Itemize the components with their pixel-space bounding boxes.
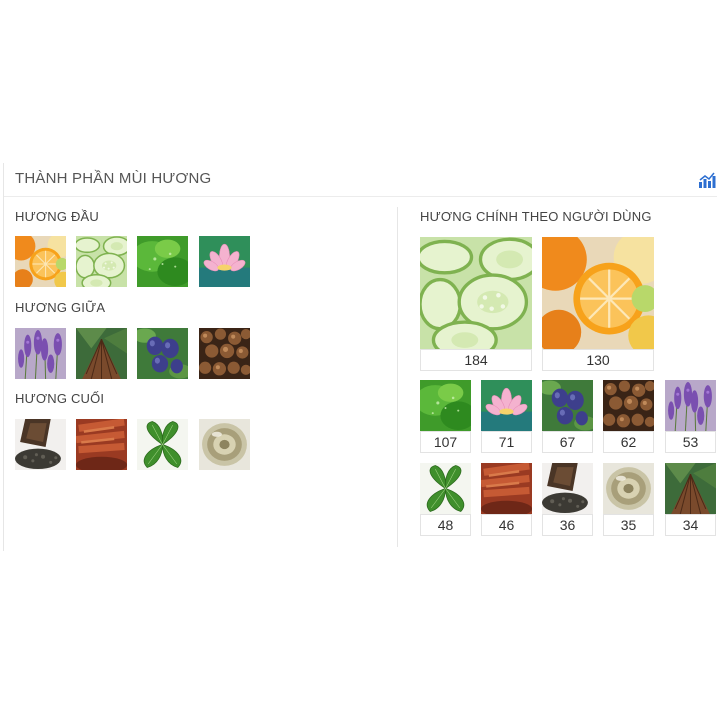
vote-count: 67 (542, 431, 593, 453)
middle-note-nutmeg[interactable] (199, 328, 250, 379)
top-note-lotus[interactable] (199, 236, 250, 287)
main-note-card-cucumber[interactable]: 184 (420, 237, 532, 371)
bar-chart-icon[interactable] (698, 171, 716, 189)
base-note-mint[interactable] (137, 419, 188, 470)
base-notes-label: HƯƠNG CUỐI (15, 391, 105, 406)
main-note-image-red-sandalwood (481, 463, 532, 514)
main-note-card-tea[interactable]: 36 (542, 463, 593, 537)
main-note-image-lavender (665, 380, 716, 431)
middle-note-plum[interactable] (137, 328, 188, 379)
top-note-cucumber[interactable] (76, 236, 127, 287)
vote-count: 71 (481, 431, 532, 453)
vote-count: 46 (481, 514, 532, 536)
top-notes-label: HƯƠNG ĐẦU (15, 209, 99, 224)
vote-count: 53 (665, 431, 716, 453)
main-note-image-nutmeg (603, 380, 654, 431)
middle-note-lavender[interactable] (15, 328, 66, 379)
main-note-card-orange[interactable]: 130 (542, 237, 654, 371)
base-note-amber[interactable] (199, 419, 250, 470)
main-note-image-lotus (481, 380, 532, 431)
main-note-card-cedar-wood[interactable]: 34 (665, 463, 716, 537)
top-note-orange[interactable] (15, 236, 66, 287)
vote-count: 35 (603, 514, 654, 536)
main-note-image-green-leaves (420, 380, 471, 431)
vote-count: 34 (665, 514, 716, 536)
vote-count: 48 (420, 514, 471, 536)
vote-count: 107 (420, 431, 471, 453)
main-note-image-cedar-wood (665, 463, 716, 514)
main-note-image-cucumber (420, 237, 532, 349)
column-divider (397, 207, 398, 547)
fragrance-notes-panel: THÀNH PHẦN MÙI HƯƠNG HƯƠNG ĐẦU HƯƠNG GIỮ… (3, 163, 717, 551)
main-note-card-lotus[interactable]: 71 (481, 380, 532, 454)
main-note-image-plum (542, 380, 593, 431)
main-note-card-plum[interactable]: 67 (542, 380, 593, 454)
main-note-image-tea (542, 463, 593, 514)
main-note-card-nutmeg[interactable]: 62 (603, 380, 654, 454)
base-note-tea[interactable] (15, 419, 66, 470)
vote-count: 36 (542, 514, 593, 536)
main-note-card-green-leaves[interactable]: 107 (420, 380, 471, 454)
base-note-red-sandalwood[interactable] (76, 419, 127, 470)
main-note-image-mint (420, 463, 471, 514)
top-note-green-leaves[interactable] (137, 236, 188, 287)
main-note-card-amber[interactable]: 35 (603, 463, 654, 537)
vote-count: 62 (603, 431, 654, 453)
main-note-image-orange (542, 237, 654, 349)
panel-title: THÀNH PHẦN MÙI HƯƠNG (15, 170, 212, 187)
vote-count: 184 (420, 349, 532, 371)
middle-notes-label: HƯƠNG GIỮA (15, 300, 106, 315)
panel-header: THÀNH PHẦN MÙI HƯƠNG (4, 163, 717, 197)
vote-count: 130 (542, 349, 654, 371)
middle-note-cedar-wood[interactable] (76, 328, 127, 379)
main-note-card-mint[interactable]: 48 (420, 463, 471, 537)
main-note-card-red-sandalwood[interactable]: 46 (481, 463, 532, 537)
main-notes-label: HƯƠNG CHÍNH THEO NGƯỜI DÙNG (420, 209, 652, 224)
main-note-card-lavender[interactable]: 53 (665, 380, 716, 454)
main-note-image-amber (603, 463, 654, 514)
